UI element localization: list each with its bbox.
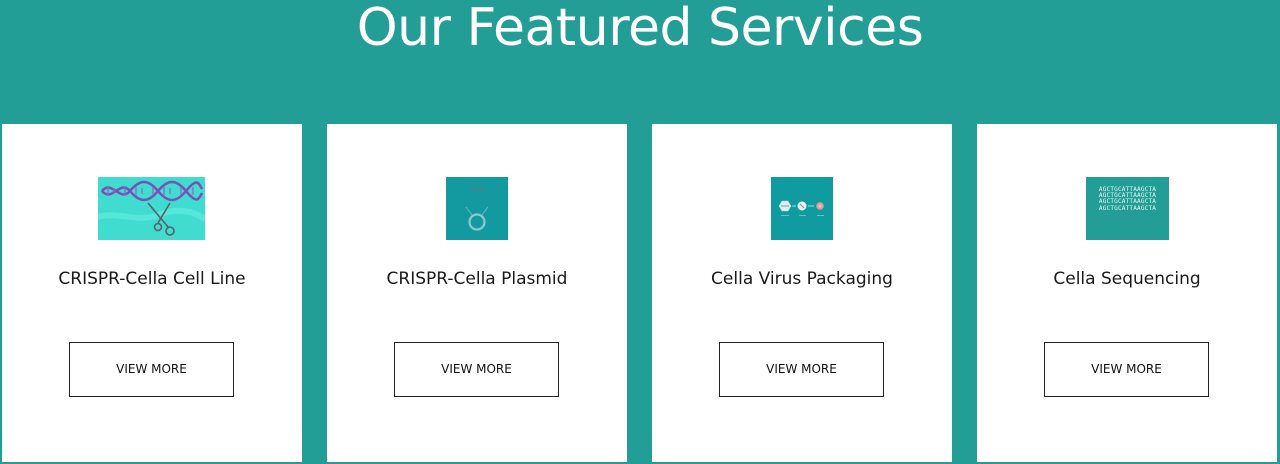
service-title: CRISPR-Cella Cell Line — [58, 269, 246, 289]
view-more-button[interactable]: VIEW MORE — [69, 342, 234, 397]
dna-scissors-icon[interactable] — [98, 177, 205, 240]
section-title: Our Featured Services — [356, 0, 924, 58]
service-title: CRISPR-Cella Plasmid — [386, 269, 568, 289]
service-card-crispr-plasmid: CRISPR-Cella Plasmid VIEW MORE — [327, 124, 627, 462]
service-card-sequencing: AGCTGCATTAAGCTA AGCTGCATTAAGCTA AGCTGCAT… — [977, 124, 1277, 462]
services-grid: CRISPR-Cella Cell Line VIEW MORE CRISPR-… — [2, 124, 1278, 464]
view-more-button[interactable]: VIEW MORE — [394, 342, 559, 397]
sequence-text: AGCTGCATTAAGCTA AGCTGCATTAAGCTA AGCTGCAT… — [1086, 186, 1169, 212]
virus-packaging-icon[interactable] — [771, 177, 833, 240]
view-more-button[interactable]: VIEW MORE — [1044, 342, 1209, 397]
service-title: Cella Virus Packaging — [711, 269, 893, 289]
plasmid-icon[interactable] — [446, 177, 508, 240]
service-title: Cella Sequencing — [1053, 269, 1201, 289]
view-more-button[interactable]: VIEW MORE — [719, 342, 884, 397]
service-card-crispr-cell-line: CRISPR-Cella Cell Line VIEW MORE — [2, 124, 302, 462]
sequence-line: AGCTGCATTAAGCTA — [1098, 204, 1157, 212]
sequencing-icon[interactable]: AGCTGCATTAAGCTA AGCTGCATTAAGCTA AGCTGCAT… — [1086, 177, 1169, 240]
service-card-virus-packaging: Cella Virus Packaging VIEW MORE — [652, 124, 952, 462]
